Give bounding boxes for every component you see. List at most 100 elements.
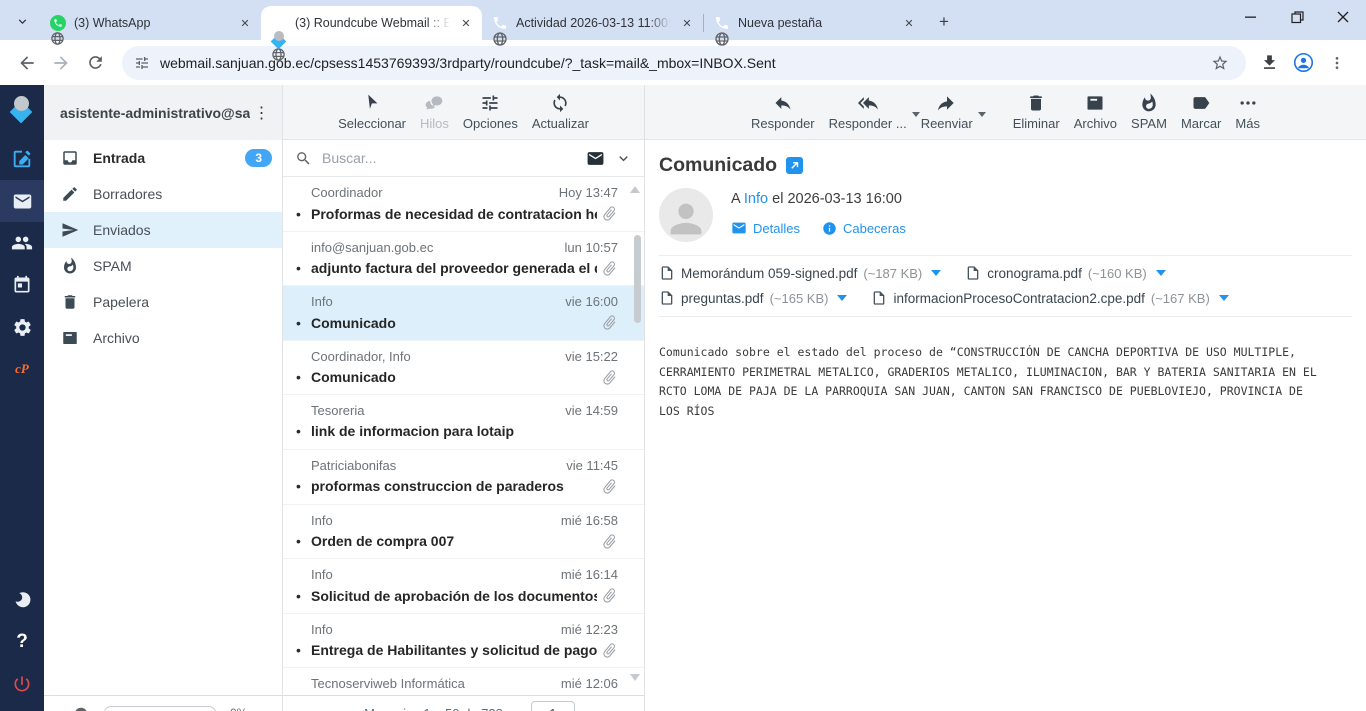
recipient-link[interactable]: Info: [744, 191, 768, 207]
address-bar[interactable]: webmail.sanjuan.gob.ec/cpsess1453769393/…: [122, 46, 1246, 80]
forward-button[interactable]: [44, 46, 78, 80]
message-subject: Entrega de Habilitantes y solicitud de p…: [311, 642, 597, 658]
unread-dot: •: [296, 642, 311, 658]
rail-settings-button[interactable]: [0, 306, 44, 348]
bookmark-button[interactable]: [1206, 49, 1234, 77]
message-row[interactable]: info@sanjuan.gob.ec lun 10:57 • adjunto …: [283, 232, 644, 287]
attachment-chip[interactable]: preguntas.pdf (~165 KB): [659, 290, 847, 306]
rail-logout-button[interactable]: [0, 663, 44, 705]
toolbar-icon: [1026, 93, 1046, 113]
sidebar-folder-entrada[interactable]: Entrada 3: [44, 140, 282, 176]
list-toolbar-actualizar[interactable]: Actualizar: [525, 93, 596, 131]
list-toolbar-hilos[interactable]: Hilos: [413, 93, 456, 131]
downloads-button[interactable]: [1252, 46, 1286, 80]
window-restore-button[interactable]: [1274, 0, 1320, 34]
sidebar-folder-enviados[interactable]: Enviados: [44, 212, 282, 248]
message-from: Patriciabonifas: [296, 458, 558, 473]
rail-calendar-button[interactable]: [0, 264, 44, 306]
attachment-menu-caret-icon[interactable]: [1156, 270, 1166, 276]
tab-close-icon[interactable]: ✕: [901, 15, 917, 31]
tab-close-icon[interactable]: ✕: [458, 15, 474, 31]
profile-button[interactable]: [1286, 46, 1320, 80]
message-row[interactable]: Coordinador, Info vie 15:22 • Comunicado: [283, 341, 644, 396]
window-minimize-button[interactable]: [1228, 0, 1274, 34]
headers-link[interactable]: Cabeceras: [822, 220, 906, 236]
browser-tab[interactable]: Nueva pestaña ✕: [704, 6, 925, 40]
message-subject: Solicitud de aprobación de los documento…: [311, 588, 597, 604]
message-row[interactable]: Tecnoserviweb Informática mié 12:06: [283, 668, 644, 695]
toolbar-label: Más: [1235, 116, 1260, 131]
page-input[interactable]: [531, 701, 575, 711]
browser-tab[interactable]: Actividad 2026-03-13 11:00:00 ✕: [482, 6, 703, 40]
search-options-chevron-icon[interactable]: [615, 150, 632, 167]
sidebar-folder-borradores[interactable]: Borradores: [44, 176, 282, 212]
window-close-button[interactable]: [1320, 0, 1366, 34]
rail-mail-button[interactable]: [0, 180, 44, 222]
list-toolbar-opciones[interactable]: Opciones: [456, 93, 525, 131]
site-settings-icon[interactable]: [134, 55, 150, 71]
browser-tab[interactable]: (3) WhatsApp ✕: [40, 6, 261, 40]
list-toolbar-seleccionar[interactable]: Seleccionar: [331, 93, 413, 131]
message-toolbar-trash[interactable]: Eliminar: [1006, 93, 1067, 131]
attachment-chip[interactable]: informacionProcesoContratacion2.cpe.pdf …: [871, 290, 1228, 306]
tab-search-button[interactable]: [8, 7, 36, 35]
browser-menu-button[interactable]: [1320, 46, 1354, 80]
toolbar-label: Opciones: [463, 116, 518, 131]
account-menu-button[interactable]: ⋮: [250, 103, 274, 123]
message-toolbar-box[interactable]: Archivo: [1067, 93, 1124, 131]
attachment-menu-caret-icon[interactable]: [931, 270, 941, 276]
rail-cpanel-button[interactable]: cP: [0, 348, 44, 390]
message-toolbar-tag[interactable]: Marcar: [1174, 93, 1228, 131]
message-row[interactable]: Coordinador Hoy 13:47 • Proformas de nec…: [283, 177, 644, 232]
tab-close-icon[interactable]: ✕: [237, 15, 253, 31]
search-bar[interactable]: Buscar...: [283, 140, 644, 177]
attachment-menu-caret-icon[interactable]: [837, 295, 847, 301]
first-page-button[interactable]: «: [293, 705, 320, 711]
search-scope-mail-icon[interactable]: [586, 149, 605, 168]
message-row[interactable]: Info vie 16:00 • Comunicado: [283, 286, 644, 341]
scroll-down-arrow[interactable]: [630, 674, 640, 681]
url-text[interactable]: webmail.sanjuan.gob.ec/cpsess1453769393/…: [160, 55, 1206, 71]
attachment-name: informacionProcesoContratacion2.cpe.pdf: [893, 291, 1144, 306]
sidebar-folder-archivo[interactable]: Archivo: [44, 320, 282, 356]
reload-button[interactable]: [78, 46, 112, 80]
message-toolbar-replyall[interactable]: Responder ...: [822, 93, 914, 131]
attachment-chip[interactable]: Memorándum 059-signed.pdf (~187 KB): [659, 265, 941, 281]
tab-close-icon[interactable]: ✕: [679, 15, 695, 31]
dropdown-caret-icon[interactable]: [978, 112, 986, 117]
rail-darkmode-button[interactable]: [0, 579, 44, 621]
search-input[interactable]: Buscar...: [322, 150, 576, 166]
rail-contacts-button[interactable]: [0, 222, 44, 264]
last-page-button[interactable]: »: [607, 705, 634, 711]
message-toolbar-dots[interactable]: Más: [1228, 93, 1267, 131]
rail-compose-button[interactable]: [0, 138, 44, 180]
message-row[interactable]: Info mié 16:58 • Orden de compra 007: [283, 505, 644, 560]
rail-help-button[interactable]: ?: [0, 621, 44, 663]
next-page-button[interactable]: ›: [583, 705, 607, 711]
message-row[interactable]: Info mié 16:14 • Solicitud de aprobación…: [283, 559, 644, 614]
attachment-size: (~187 KB): [863, 266, 922, 281]
scrollbar-thumb[interactable]: [634, 235, 641, 323]
toolbar-label: Reenviar: [921, 116, 973, 131]
attachment-menu-caret-icon[interactable]: [1219, 295, 1229, 301]
new-tab-button[interactable]: +: [931, 9, 957, 35]
message-toolbar-fire[interactable]: SPAM: [1124, 93, 1174, 131]
message-row[interactable]: Patriciabonifas vie 11:45 • proformas co…: [283, 450, 644, 505]
attachment-chip[interactable]: cronograma.pdf (~160 KB): [965, 265, 1165, 281]
message-date: mié 12:06: [561, 676, 618, 691]
details-link[interactable]: Detalles: [731, 220, 800, 236]
unread-dot: •: [296, 206, 311, 222]
sidebar-folder-spam[interactable]: SPAM: [44, 248, 282, 284]
back-button[interactable]: [10, 46, 44, 80]
prev-page-button[interactable]: ‹: [320, 705, 344, 711]
message-row[interactable]: Tesoreria vie 14:59 • link de informacio…: [283, 395, 644, 450]
open-in-new-window-button[interactable]: [786, 157, 803, 174]
sidebar-folder-papelera[interactable]: Papelera: [44, 284, 282, 320]
toolbar-icon: [773, 93, 793, 113]
message-toolbar-reply[interactable]: Responder: [744, 93, 822, 131]
message-toolbar-forward[interactable]: Reenviar: [914, 93, 980, 131]
toolbar-label: SPAM: [1131, 116, 1167, 131]
browser-tab[interactable]: (3) Roundcube Webmail :: Envia ✕: [261, 6, 482, 40]
message-row[interactable]: Info mié 12:23 • Entrega de Habilitantes…: [283, 614, 644, 669]
scroll-up-arrow[interactable]: [630, 186, 640, 193]
